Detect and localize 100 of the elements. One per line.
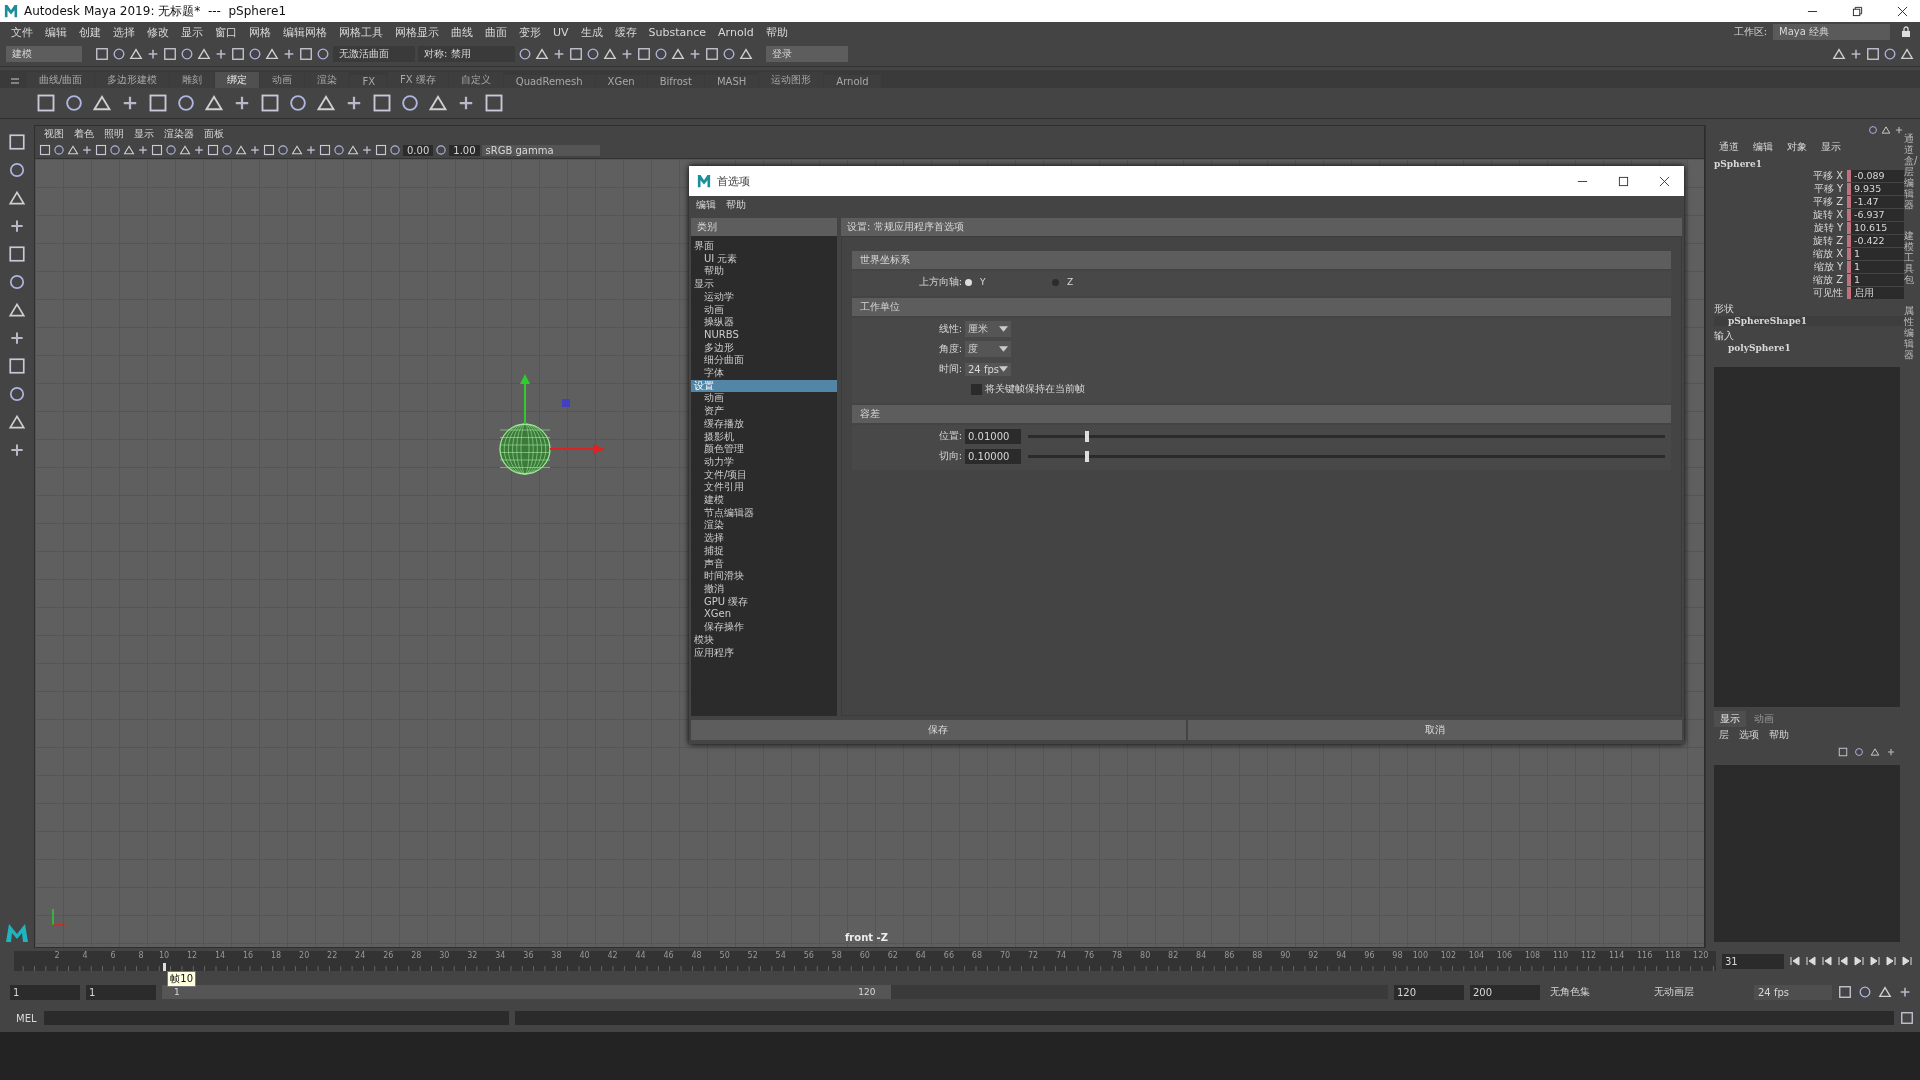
- tool-icon[interactable]: [129, 47, 143, 61]
- tool-icon[interactable]: [137, 144, 149, 156]
- category-item[interactable]: GPU 缓存: [691, 595, 837, 609]
- shelf-tab[interactable]: MASH: [704, 75, 759, 88]
- playback-icon[interactable]: [1822, 956, 1832, 966]
- category-item[interactable]: 撤消: [691, 583, 837, 596]
- menu-item[interactable]: 帮助: [721, 197, 751, 213]
- tool-icon[interactable]: [249, 144, 261, 156]
- caret-icon[interactable]: [999, 366, 1008, 372]
- tool-icon[interactable]: [231, 47, 245, 61]
- tool-icon[interactable]: [535, 47, 549, 61]
- category-item[interactable]: 帮助: [691, 265, 837, 279]
- category-item[interactable]: 时间滑块: [691, 570, 837, 583]
- panel-menu-item[interactable]: 渲染器: [159, 126, 199, 142]
- tool-icon[interactable]: [586, 47, 600, 61]
- shelf-tab[interactable]: FX 缓存: [388, 72, 448, 88]
- channel-box-menu-item[interactable]: 对象: [1782, 139, 1812, 155]
- menu-item[interactable]: 曲线: [446, 23, 478, 41]
- category-item[interactable]: 动画: [691, 303, 837, 317]
- channel-value-field[interactable]: -6.937: [1847, 208, 1904, 221]
- category-item[interactable]: XGen: [691, 608, 837, 622]
- panel-menu-item[interactable]: 视图: [39, 126, 69, 142]
- menu-item[interactable]: 文件: [6, 23, 38, 41]
- tool-icon[interactable]: [8, 189, 26, 207]
- channel-box-menu-item[interactable]: 显示: [1816, 139, 1846, 155]
- menu-item[interactable]: 变形: [514, 23, 546, 41]
- caret-icon[interactable]: [999, 346, 1008, 352]
- shelf-tab[interactable]: Arnold: [824, 75, 881, 88]
- layer-tab[interactable]: 显示: [1714, 711, 1746, 727]
- menu-item[interactable]: 显示: [176, 23, 208, 41]
- tool-icon[interactable]: [319, 144, 331, 156]
- tool-icon[interactable]: [221, 144, 233, 156]
- channel-value-field[interactable]: 9.935: [1847, 182, 1904, 195]
- tool-icon[interactable]: [176, 93, 196, 113]
- channel-value-field[interactable]: 10.615: [1847, 221, 1904, 234]
- tool-icon[interactable]: [1858, 985, 1872, 999]
- category-item[interactable]: 显示: [691, 278, 837, 291]
- tool-icon[interactable]: [67, 144, 79, 156]
- category-item[interactable]: 界面: [691, 240, 837, 253]
- tool-icon[interactable]: [552, 47, 566, 61]
- tool-icon[interactable]: [1883, 47, 1897, 61]
- channel-name[interactable]: 旋转 Y: [1813, 220, 1847, 235]
- tool-icon[interactable]: [1900, 47, 1914, 61]
- command-input-field[interactable]: [44, 1011, 509, 1025]
- checkbox[interactable]: [971, 383, 982, 395]
- channel-value-field[interactable]: 1: [1847, 260, 1904, 273]
- shelf-tab[interactable]: Bifrost: [647, 75, 704, 88]
- menu-item[interactable]: 修改: [142, 23, 174, 41]
- shelf-tab[interactable]: 运动图形: [759, 72, 824, 88]
- input-node[interactable]: polySphere1: [1714, 343, 1904, 353]
- current-time-marker[interactable]: [163, 963, 167, 971]
- shelf-tab[interactable]: 多边形建模: [95, 72, 170, 88]
- section-heading[interactable]: 工作单位: [852, 298, 1671, 316]
- panel-menu-item[interactable]: 显示: [129, 126, 159, 142]
- panel-menu-item[interactable]: 着色: [69, 126, 99, 142]
- menu-item[interactable]: 编辑网格: [278, 23, 332, 41]
- section-heading[interactable]: 容差: [852, 405, 1671, 423]
- tool-icon[interactable]: [688, 47, 702, 61]
- tool-icon[interactable]: [333, 144, 345, 156]
- tool-icon[interactable]: [8, 217, 26, 235]
- tool-icon[interactable]: [282, 47, 296, 61]
- tool-icon[interactable]: [92, 93, 112, 113]
- channel-name[interactable]: 平移 X: [1812, 168, 1847, 183]
- tool-icon[interactable]: [1894, 125, 1904, 135]
- playback-icon[interactable]: [1806, 956, 1816, 966]
- tool-icon[interactable]: [428, 93, 448, 113]
- category-item[interactable]: 捕捉: [691, 544, 837, 558]
- category-item[interactable]: 保存操作: [691, 621, 837, 634]
- category-item[interactable]: 缓存播放: [691, 417, 837, 431]
- live-surface-field[interactable]: 无激活曲面: [333, 46, 415, 62]
- tool-icon[interactable]: [347, 144, 359, 156]
- tool-icon[interactable]: [151, 144, 163, 156]
- channel-name[interactable]: 可见性: [1813, 285, 1847, 300]
- symmetry-dropdown[interactable]: 对称: 禁用: [418, 46, 515, 62]
- channel-box-menu-item[interactable]: 通道: [1714, 139, 1744, 155]
- menu-item[interactable]: Arnold: [713, 24, 759, 40]
- tool-icon[interactable]: [8, 161, 26, 179]
- tool-icon[interactable]: [1886, 747, 1896, 757]
- tool-icon[interactable]: [1838, 985, 1852, 999]
- category-item[interactable]: UI 元素: [691, 252, 837, 266]
- tool-icon[interactable]: [95, 144, 107, 156]
- channel-value-field[interactable]: 1: [1847, 247, 1904, 260]
- category-item[interactable]: 字体: [691, 367, 837, 380]
- channel-name[interactable]: 平移 Z: [1812, 194, 1847, 209]
- tool-icon[interactable]: [8, 329, 26, 347]
- shelf-tab[interactable]: 雕刻: [170, 72, 215, 88]
- shelf-tab[interactable]: FX: [350, 75, 387, 88]
- panel-menu-item[interactable]: 面板: [199, 126, 229, 142]
- tool-icon[interactable]: [389, 144, 401, 156]
- channel-value-field[interactable]: -0.422: [1847, 234, 1904, 247]
- category-item[interactable]: 颜色管理: [691, 443, 837, 456]
- playback-end-field[interactable]: 120: [1394, 984, 1464, 1000]
- tool-icon[interactable]: [372, 93, 392, 113]
- menu-item[interactable]: 网格显示: [390, 23, 444, 41]
- tool-icon[interactable]: [705, 47, 719, 61]
- tool-icon[interactable]: [1866, 47, 1880, 61]
- tool-icon[interactable]: [263, 144, 275, 156]
- tool-icon[interactable]: [277, 144, 289, 156]
- shelf-tab[interactable]: 动画: [260, 72, 305, 88]
- tool-icon[interactable]: [8, 133, 26, 151]
